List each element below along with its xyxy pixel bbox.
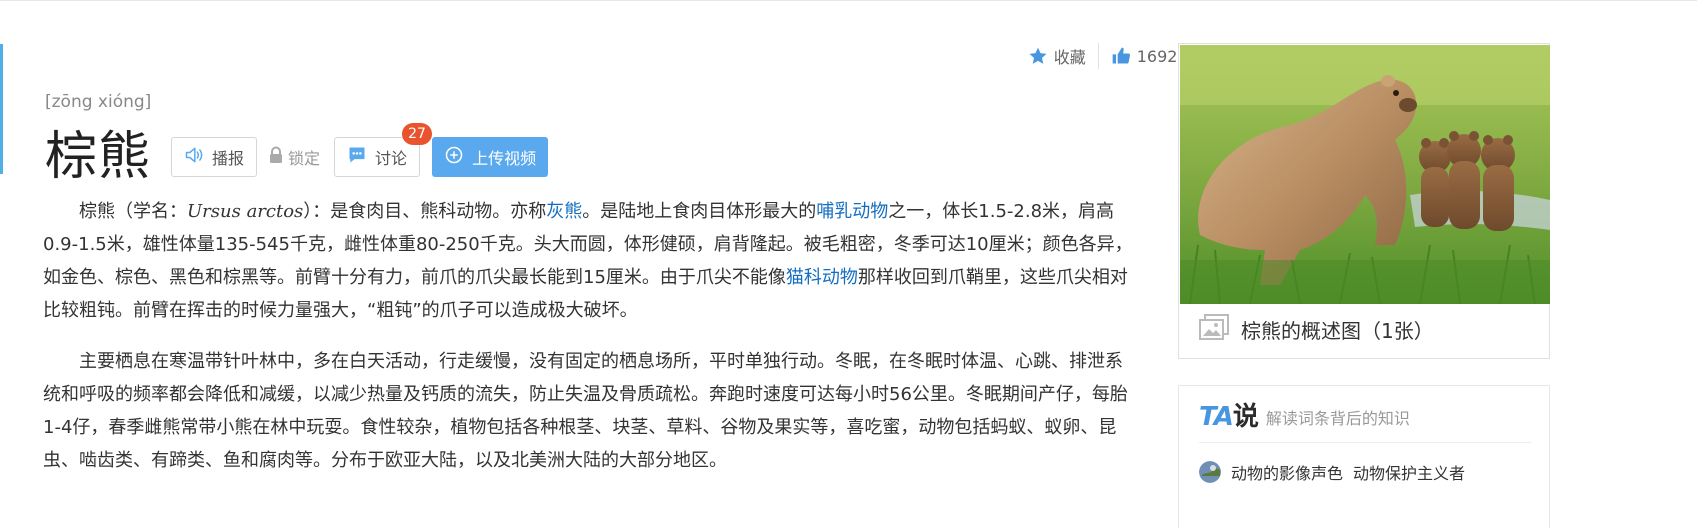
scientific-name: Ursus arctos <box>187 201 304 222</box>
avatar <box>1199 461 1221 483</box>
entry-title-row: 棕熊 播报 锁定 讨论 27 上传视频 <box>45 123 549 190</box>
ta-logo-shuo: 说 <box>1232 402 1259 432</box>
ta-shuo-logo[interactable]: TA说 <box>1199 402 1259 432</box>
overview-image-caption-text: 棕熊的概述图（1张） <box>1241 319 1434 343</box>
collect-button[interactable]: 收藏 <box>1028 44 1086 68</box>
left-accent-bar <box>0 44 3 174</box>
top-divider <box>0 0 1697 1</box>
play-audio-button[interactable]: 播报 <box>171 137 258 177</box>
play-audio-label: 播报 <box>212 149 245 168</box>
like-button[interactable]: 1692 <box>1111 46 1178 66</box>
speaker-icon <box>184 145 204 169</box>
collect-label: 收藏 <box>1053 48 1086 67</box>
discuss-wrapper: 讨论 27 <box>334 123 433 177</box>
discuss-label: 讨论 <box>375 149 408 168</box>
toolbar-divider <box>1097 43 1099 69</box>
like-count: 1692 <box>1136 46 1178 66</box>
ta-shuo-card: TA说 解读词条背后的知识 动物的影像声色 动物保护主义者 <box>1178 385 1550 528</box>
entry-pinyin: [zōng xióng] <box>45 92 152 112</box>
upload-video-button[interactable]: 上传视频 <box>432 137 549 177</box>
thumb-up-icon <box>1111 46 1131 66</box>
lock-icon <box>269 146 283 168</box>
text-span: 棕熊（学名： <box>79 201 187 222</box>
lock-status: 锁定 <box>269 145 320 169</box>
plus-circle-icon <box>444 145 464 169</box>
text-span: ）：是食肉目、熊科动物。亦称 <box>303 201 547 222</box>
lock-label: 锁定 <box>288 149 321 168</box>
link-mammal[interactable]: 哺乳动物 <box>816 201 888 222</box>
ta-shuo-header: TA说 解读词条背后的知识 <box>1199 402 1410 432</box>
overview-image-card[interactable]: 棕熊的概述图（1张） <box>1178 43 1550 359</box>
text-span: 。是陆地上食肉目体形最大的 <box>582 201 817 222</box>
star-icon <box>1028 46 1048 66</box>
gallery-icon <box>1199 314 1229 345</box>
bear-photo[interactable] <box>1180 45 1550 304</box>
link-grizzly-bear[interactable]: 灰熊 <box>546 201 582 222</box>
ta-author-name: 动物的影像声色 <box>1231 464 1344 483</box>
entry-title: 棕熊 <box>45 127 152 187</box>
link-felidae[interactable]: 猫科动物 <box>786 267 858 288</box>
summary-paragraph-2: 主要栖息在寒温带针叶林中，多在白天活动，行走缓慢，没有固定的栖息场所，平时单独行… <box>43 351 1128 471</box>
ta-shuo-divider <box>1199 442 1531 443</box>
ta-author-tag: 动物保护主义者 <box>1353 464 1466 483</box>
overview-image-caption[interactable]: 棕熊的概述图（1张） <box>1199 314 1434 345</box>
page: 收藏 1692 183 [zōng xióng] 棕熊 播报 <box>0 0 1697 528</box>
ta-shuo-subtitle: 解读词条背后的知识 <box>1265 409 1410 428</box>
ta-logo-text: TA <box>1199 402 1234 432</box>
chat-icon <box>347 145 367 169</box>
ta-shuo-author[interactable]: 动物的影像声色 动物保护主义者 <box>1199 460 1465 484</box>
entry-summary: 棕熊（学名：Ursus arctos）：是食肉目、熊科动物。亦称灰熊。是陆地上食… <box>43 195 1133 495</box>
summary-paragraph-1: 棕熊（学名：Ursus arctos）：是食肉目、熊科动物。亦称灰熊。是陆地上食… <box>43 195 1133 327</box>
upload-video-label: 上传视频 <box>472 149 537 168</box>
discuss-count-badge: 27 <box>402 123 433 145</box>
